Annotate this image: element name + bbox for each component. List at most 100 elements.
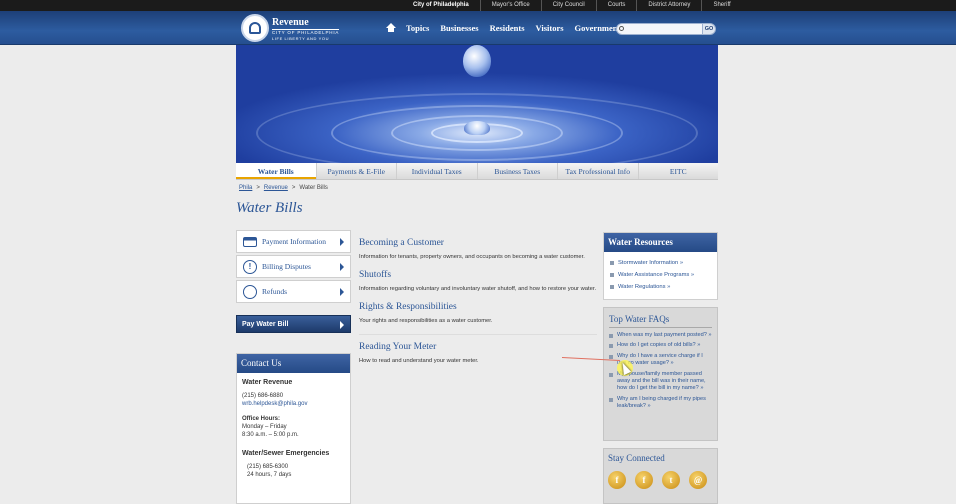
credit-card-icon bbox=[243, 236, 257, 247]
contact-org: Water Revenue bbox=[242, 379, 293, 386]
right-edge bbox=[956, 0, 961, 504]
section-tabs: Water Bills Payments & E-File Individual… bbox=[236, 163, 718, 180]
nav-businesses[interactable]: Businesses bbox=[440, 23, 478, 33]
tab-payments-efile[interactable]: Payments & E-File bbox=[315, 163, 397, 179]
office-hours-days: Monday – Friday bbox=[242, 424, 287, 430]
stay-connected-heading: Stay Connected bbox=[608, 453, 665, 463]
water-splash bbox=[464, 121, 490, 135]
sidebar-item-payment-information[interactable]: Payment Information bbox=[236, 230, 351, 253]
utility-bar: City of Philadelphia Mayor's Office City… bbox=[0, 0, 961, 11]
main-nav: Topics Businesses Residents Visitors Gov… bbox=[386, 23, 631, 33]
contact-email-link[interactable]: wrb.helpdesk@phila.gov bbox=[242, 400, 345, 408]
section-title-link[interactable]: Rights & Responsibilities bbox=[359, 302, 597, 312]
sidebar-item-label: Payment Information bbox=[262, 237, 326, 246]
chevron-right-icon bbox=[340, 288, 344, 296]
resource-link-label: Water Regulations » bbox=[618, 284, 671, 290]
emergency-heading: Water/Sewer Emergencies bbox=[242, 450, 330, 457]
liberty-bell-logo[interactable] bbox=[241, 14, 269, 42]
utility-link-da[interactable]: District Attorney bbox=[636, 0, 701, 11]
nav-residents[interactable]: Residents bbox=[490, 23, 525, 33]
chevron-right-icon bbox=[340, 238, 344, 246]
search-go-button[interactable]: GO bbox=[702, 23, 716, 35]
resource-link-label: Stormwater Information » bbox=[618, 260, 684, 266]
facebook-icon[interactable]: f bbox=[608, 471, 626, 489]
contact-us-panel: Contact Us Water Revenue (215) 686-6880 … bbox=[236, 353, 351, 504]
faq-link-label: How do I get copies of old bills? » bbox=[617, 342, 701, 349]
twitter-icon[interactable]: t bbox=[662, 471, 680, 489]
hero-water-drop-image bbox=[236, 45, 718, 163]
search-box: GO bbox=[616, 23, 716, 35]
utility-link-sheriff[interactable]: Sheriff bbox=[701, 0, 741, 11]
breadcrumb-home[interactable]: Phila bbox=[239, 185, 252, 191]
faq-link-label: My spouse/family member passed away and … bbox=[617, 370, 706, 392]
square-bullet-icon bbox=[609, 354, 613, 359]
faq-link-label: Why am I being charged if my pipes leak/… bbox=[617, 395, 706, 410]
city-name: CITY OF PHILADELPHIA bbox=[272, 29, 340, 35]
tab-tax-professional-info[interactable]: Tax Professional Info bbox=[557, 163, 638, 179]
site-header: Revenue CITY OF PHILADELPHIA LIFE LIBERT… bbox=[0, 11, 961, 45]
square-bullet-icon bbox=[610, 261, 614, 265]
pay-water-bill-button[interactable]: Pay Water Bill bbox=[236, 315, 351, 333]
stay-connected-panel: Stay Connected f f t @ bbox=[603, 448, 718, 504]
resources-heading: Water Resources bbox=[604, 233, 717, 252]
main-content: Becoming a Customer Information for tena… bbox=[359, 238, 597, 374]
square-bullet-icon bbox=[609, 372, 613, 377]
brand[interactable]: Revenue CITY OF PHILADELPHIA LIFE LIBERT… bbox=[272, 17, 340, 41]
contact-phone: (215) 686-6880 bbox=[242, 393, 284, 399]
utility-link-courts[interactable]: Courts bbox=[595, 0, 637, 11]
nav-topics[interactable]: Topics bbox=[406, 23, 429, 33]
tab-individual-taxes[interactable]: Individual Taxes bbox=[396, 163, 477, 179]
faq-heading: Top Water FAQs bbox=[609, 314, 712, 328]
section-text: Information for tenants, property owners… bbox=[359, 254, 585, 260]
sidebar-item-label: Billing Disputes bbox=[262, 262, 311, 271]
pay-button-label: Pay Water Bill bbox=[242, 320, 289, 328]
sidebar-item-label: Refunds bbox=[262, 287, 287, 296]
water-drop bbox=[463, 45, 491, 77]
utility-link-council[interactable]: City Council bbox=[540, 0, 596, 11]
nav-visitors[interactable]: Visitors bbox=[536, 23, 564, 33]
home-icon[interactable] bbox=[386, 23, 396, 33]
square-bullet-icon bbox=[610, 285, 614, 289]
divider bbox=[359, 334, 597, 335]
section-text: Your rights and responsibilities as a wa… bbox=[359, 318, 493, 324]
tab-eitc[interactable]: EITC bbox=[637, 163, 719, 179]
office-hours-time: 8:30 a.m. – 5:00 p.m. bbox=[242, 432, 299, 438]
nav-government[interactable]: Government bbox=[575, 23, 621, 33]
sidebar-item-refunds[interactable]: Refunds bbox=[236, 280, 351, 303]
search-icon bbox=[619, 26, 624, 31]
tab-business-taxes[interactable]: Business Taxes bbox=[476, 163, 558, 179]
faq-link[interactable]: When was my last payment posted? » bbox=[609, 332, 712, 339]
refresh-icon bbox=[243, 284, 257, 299]
square-bullet-icon bbox=[610, 273, 614, 277]
tab-water-bills[interactable]: Water Bills bbox=[236, 163, 316, 179]
department-name: Revenue bbox=[272, 17, 309, 28]
resource-link-stormwater[interactable]: Stormwater Information » bbox=[610, 257, 711, 269]
emergency-hours: 24 hours, 7 days bbox=[247, 472, 292, 478]
content-section: Becoming a Customer Information for tena… bbox=[359, 238, 597, 261]
mail-icon[interactable]: @ bbox=[689, 471, 707, 489]
content-section: Rights & Responsibilities Your rights an… bbox=[359, 302, 597, 325]
facebook-icon[interactable]: f bbox=[635, 471, 653, 489]
contact-heading: Contact Us bbox=[237, 354, 350, 373]
resource-link-label: Water Assistance Programs » bbox=[618, 272, 695, 278]
resource-link-regulations[interactable]: Water Regulations » bbox=[610, 281, 711, 293]
resource-link-assistance[interactable]: Water Assistance Programs » bbox=[610, 269, 711, 281]
section-title-link[interactable]: Becoming a Customer bbox=[359, 238, 597, 248]
faq-link-label: When was my last payment posted? » bbox=[617, 332, 712, 338]
breadcrumb: Phila > Revenue > Water Bills bbox=[239, 185, 328, 191]
section-text: Information regarding voluntary and invo… bbox=[359, 286, 597, 292]
office-hours-heading: Office Hours: bbox=[242, 416, 281, 422]
breadcrumb-parent[interactable]: Revenue bbox=[264, 185, 288, 191]
tagline: LIFE LIBERTY AND YOU bbox=[272, 36, 330, 41]
faq-link[interactable]: Why am I being charged if my pipes leak/… bbox=[609, 396, 712, 411]
square-bullet-icon bbox=[609, 344, 613, 349]
search-input[interactable] bbox=[616, 23, 704, 35]
utility-link-city[interactable]: City of Philadelphia bbox=[402, 0, 480, 11]
sidebar-item-billing-disputes[interactable]: ! Billing Disputes bbox=[236, 255, 351, 278]
section-title-link[interactable]: Shutoffs bbox=[359, 270, 597, 280]
content-section: Reading Your Meter How to read and under… bbox=[359, 342, 597, 365]
faq-link[interactable]: How do I get copies of old bills? » bbox=[609, 342, 712, 349]
section-title-link[interactable]: Reading Your Meter bbox=[359, 342, 597, 352]
breadcrumb-current: Water Bills bbox=[299, 185, 328, 191]
utility-link-mayor[interactable]: Mayor's Office bbox=[479, 0, 541, 11]
